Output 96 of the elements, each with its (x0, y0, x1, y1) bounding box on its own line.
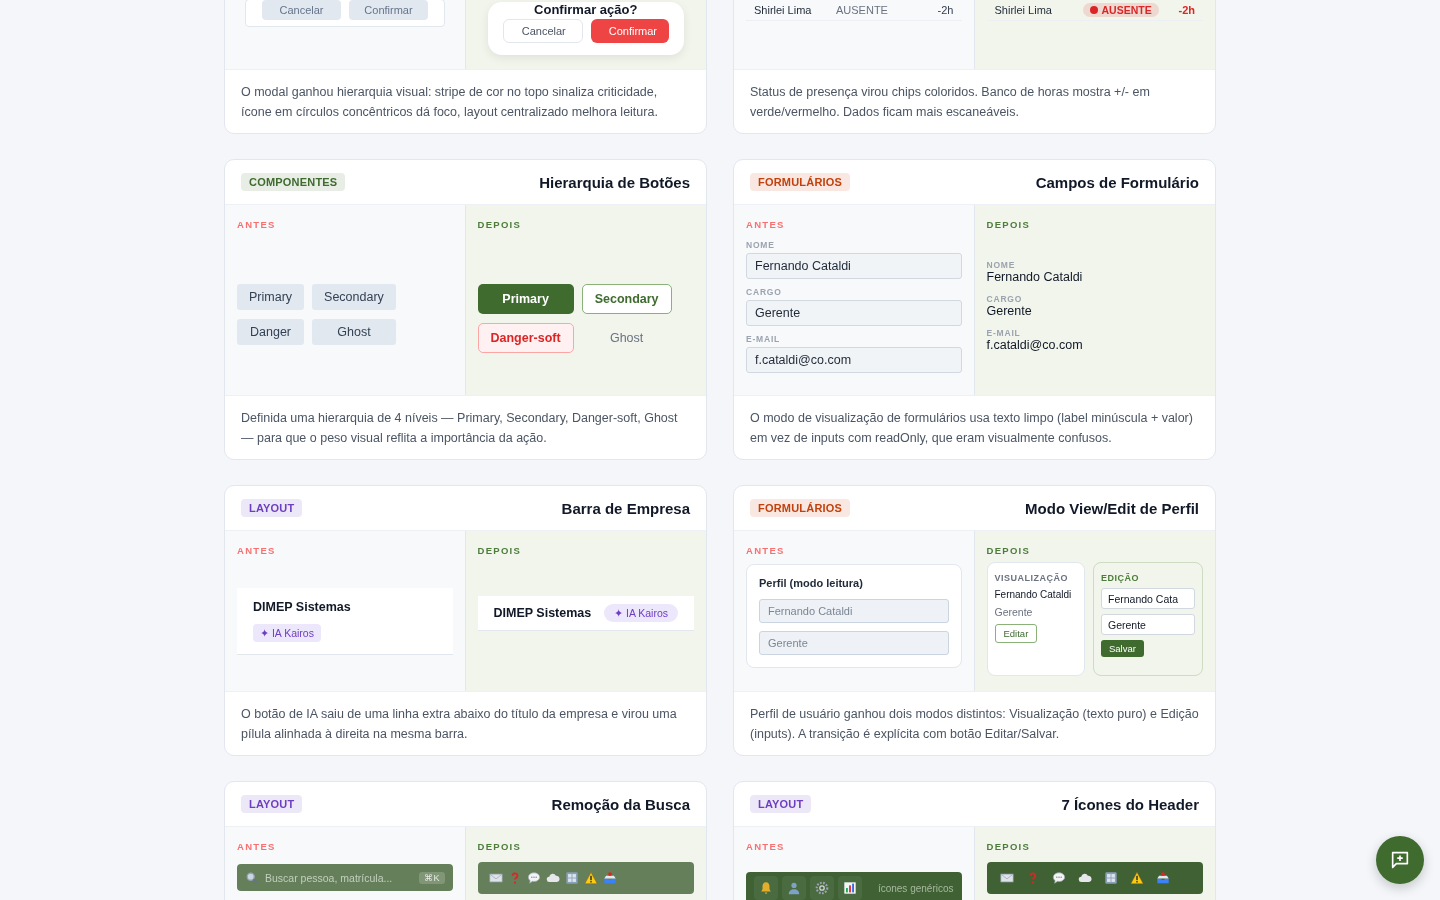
chat-icon (1389, 849, 1411, 871)
company-name: DIMEP Sistemas (253, 600, 351, 614)
card-title: 7 Ícones do Header (1061, 795, 1199, 813)
card-title: Modo View/Edit de Perfil (1025, 499, 1199, 517)
card-title: Barra de Empresa (561, 499, 690, 517)
save-button[interactable]: Salvar (1101, 640, 1144, 657)
profile-heading: Perfil (modo leitura) (759, 577, 864, 589)
field-value: Gerente (986, 304, 1033, 318)
modal-button[interactable]: Confirmar (590, 19, 669, 43)
card-description: Definida uma hierarquia de 4 níveis — Primary, Secondary, Danger-soft, Ghost — para que o peso visual reflita a importância da ação. (240, 410, 679, 447)
hours-balance: -2h (937, 4, 954, 16)
card-title: Remoção da Busca (551, 795, 690, 813)
search-icon (245, 870, 259, 885)
text-field[interactable]: Fernando Cataldi (746, 253, 962, 279)
card-description: O modal ganhou hierarquia visual: stripe de cor no topo sinaliza criticidade, ícone em círculos concêntricos dá foco, layout centralizado melhora leitura. (240, 84, 659, 121)
field-label: NOME (746, 240, 776, 250)
category-tag: FORMULÁRIOS (750, 173, 851, 191)
speech-bubble-icon[interactable] (526, 871, 541, 885)
card-title: Hierarquia de Botões (539, 173, 690, 191)
card-description: O modo de visualização de formulários usa texto limpo (label minúscula + valor) em vez de inputs com readOnly, que eram visualmente confusos. (749, 410, 1194, 447)
speech-bubble-icon[interactable] (1051, 871, 1066, 885)
sample-button[interactable]: Danger-soft (477, 323, 574, 353)
category-tag: FORMULÁRIOS (750, 499, 851, 517)
cloud-icon[interactable] (545, 871, 560, 885)
category-tag: LAYOUT (750, 795, 812, 813)
before-label: ANTES (237, 841, 277, 852)
search-placeholder: Buscar pessoa, matrícula... (265, 871, 394, 884)
after-label: DEPOIS (986, 841, 1032, 852)
card-title: Campos de Formulário (1035, 173, 1199, 191)
sample-button[interactable]: Secondary (312, 284, 396, 310)
cloud-icon[interactable] (1077, 871, 1092, 885)
field-label: NOME (986, 260, 1017, 270)
after-label: DEPOIS (477, 841, 523, 852)
sample-button[interactable]: Danger (237, 319, 305, 345)
category-tag: LAYOUT (241, 499, 303, 517)
gear-icon[interactable] (815, 881, 829, 895)
bar-chart-icon[interactable] (843, 881, 857, 895)
before-label: ANTES (237, 545, 277, 556)
before-label: ANTES (746, 545, 786, 556)
chat-button[interactable] (1376, 836, 1424, 884)
text-field[interactable]: Gerente (746, 300, 962, 326)
calculator-icon[interactable] (564, 871, 579, 885)
modal-button[interactable]: Confirmar (349, 0, 428, 20)
category-tag: LAYOUT (241, 795, 303, 813)
sample-button[interactable]: Primary (477, 284, 574, 314)
modal-button[interactable]: Cancelar (262, 0, 341, 20)
profile-name: Fernando Cataldi (994, 589, 1072, 600)
before-label: ANTES (237, 219, 277, 230)
person-icon[interactable] (787, 881, 801, 895)
hours-balance: -2h (1178, 4, 1195, 16)
envelope-icon[interactable] (488, 871, 503, 885)
card-description: O botão de IA saiu de uma linha extra abaixo do título da empresa e virou uma pílula alinhada à direita na mesma barra. (240, 706, 678, 743)
ai-button[interactable]: ✦ IA Kairos (253, 624, 321, 642)
inbox-tray-icon[interactable] (602, 871, 617, 885)
sample-button[interactable]: Primary (237, 284, 305, 310)
envelope-icon[interactable] (999, 871, 1014, 885)
calculator-icon[interactable] (1103, 871, 1118, 885)
field-label: CARGO (746, 287, 783, 297)
shortcut-key: ⌘K (419, 871, 445, 884)
card-description: Status de presença virou chips coloridos. Banco de horas mostra +/- em verde/vermelho. Dados ficam mais escaneáveis. (749, 84, 1151, 121)
warning-icon[interactable] (1129, 871, 1144, 885)
after-label: DEPOIS (986, 545, 1032, 556)
text-field[interactable]: Fernando Cata (1101, 588, 1195, 609)
category-tag: COMPONENTES (241, 173, 346, 191)
before-label: ANTES (746, 219, 786, 230)
sample-button[interactable]: Secondary (581, 284, 672, 314)
text-field[interactable]: Gerente (1101, 614, 1195, 635)
inbox-tray-icon[interactable] (1155, 871, 1170, 885)
edit-button[interactable]: Editar (994, 624, 1038, 643)
field-value: f.cataldi@co.com (986, 338, 1084, 352)
bar-note: ícones genéricos (877, 882, 954, 894)
employee-name: Shirlei Lima (754, 4, 813, 16)
ai-button[interactable]: ✦ IA Kairos (604, 604, 678, 622)
warning-icon[interactable] (583, 871, 598, 885)
modal-button[interactable]: Cancelar (502, 19, 583, 43)
status-text: AUSENTE (836, 4, 889, 16)
employee-name: Shirlei Lima (994, 4, 1053, 16)
after-label: DEPOIS (477, 545, 523, 556)
field-value: Fernando Cataldi (986, 270, 1084, 284)
sample-button[interactable]: Ghost (312, 319, 396, 345)
before-label: ANTES (746, 841, 786, 852)
company-name: DIMEP Sistemas (493, 606, 592, 620)
modal-title: Confirmar ação? (534, 2, 638, 17)
text-field[interactable]: f.cataldi@co.com (746, 347, 962, 373)
status-chip: AUSENTE (1082, 3, 1159, 17)
bell-icon[interactable] (759, 881, 773, 895)
after-label: DEPOIS (477, 219, 523, 230)
mode-heading: VISUALIZAÇÃO (994, 573, 1068, 583)
mode-heading: EDIÇÃO (1101, 573, 1139, 583)
after-label: DEPOIS (986, 219, 1032, 230)
card-description: Perfil de usuário ganhou dois modos distintos: Visualização (texto puro) e Edição (inputs). A transição é explícita com botão Editar/Salvar. (749, 706, 1200, 743)
sample-button[interactable]: Ghost (581, 323, 672, 353)
field-label: E-MAIL (746, 334, 782, 344)
field-label: E-MAIL (986, 328, 1022, 338)
profile-role: Gerente (994, 606, 1033, 618)
field-label: CARGO (986, 294, 1024, 304)
